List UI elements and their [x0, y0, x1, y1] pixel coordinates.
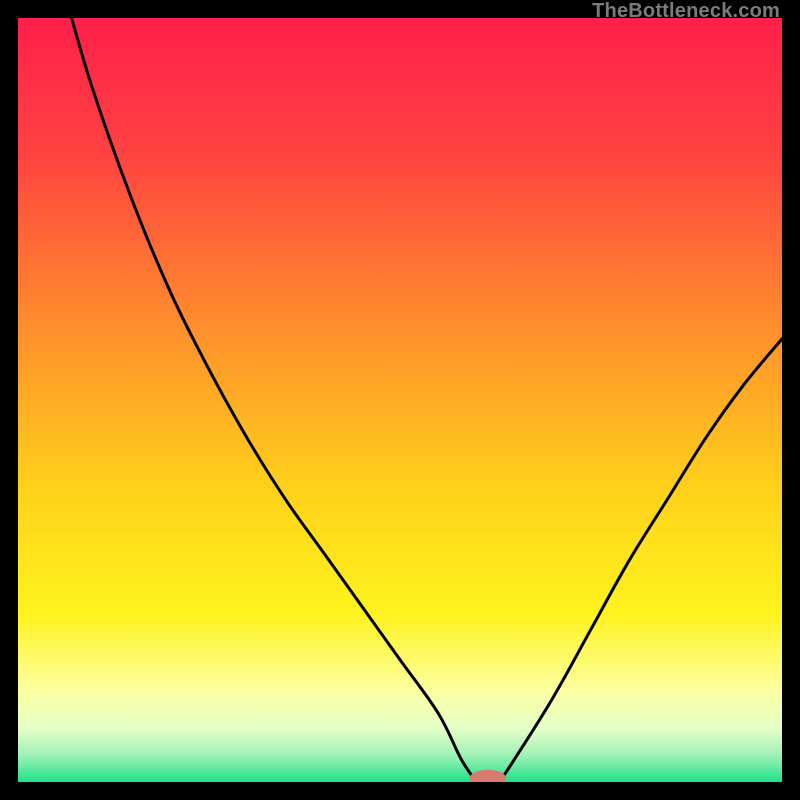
chart-frame: [18, 18, 782, 782]
attribution-text: TheBottleneck.com: [592, 0, 780, 23]
bottleneck-chart: [18, 18, 782, 782]
gradient-background: [18, 18, 782, 782]
